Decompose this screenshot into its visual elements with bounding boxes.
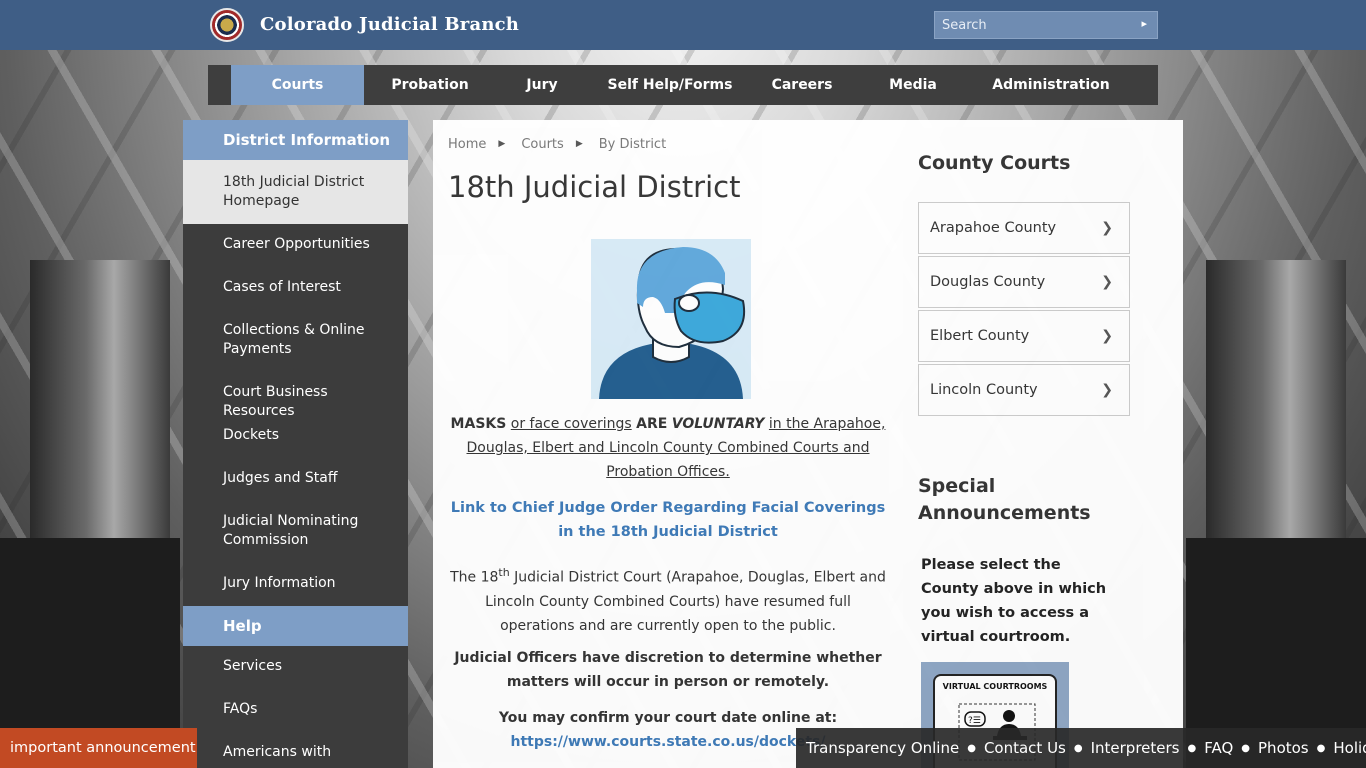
special-announcements-heading: Special Announcements [918, 475, 1091, 524]
judicial-officers-notice: Judicial Officers have discretion to det… [454, 650, 882, 690]
county-courts-heading: County Courts [918, 152, 1071, 174]
mask-notice-voluntary: VOLUNTARY [671, 416, 765, 432]
sidebar-item-judges-staff[interactable]: Judges and Staff [183, 458, 408, 501]
operations-notice: The 18th Judicial District Court (Arapah… [448, 561, 888, 638]
nav-careers[interactable]: Careers [752, 65, 852, 105]
important-announcement-button[interactable]: important announcement [0, 728, 197, 768]
sidebar-item-judicial-nominating-commission[interactable]: Judicial Nominating Commission [183, 501, 408, 563]
breadcrumb-separator-icon: ▶ [575, 139, 583, 149]
footer-link-faq[interactable]: FAQ [1204, 739, 1233, 757]
right-column: County Courts Arapahoe County ❯ Douglas … [903, 120, 1183, 768]
mask-notice: MASKS or face coverings ARE VOLUNTARY in… [448, 412, 888, 484]
breadcrumb: Home ▶ Courts ▶ By District [448, 137, 678, 152]
nav-media[interactable]: Media [852, 65, 974, 105]
sidebar-item-jury-information[interactable]: Jury Information [183, 563, 408, 606]
footer-separator: ● [1187, 742, 1197, 754]
breadcrumb-home[interactable]: Home [448, 137, 486, 152]
chief-judge-order-link[interactable]: Link to Chief Judge Order Regarding Faci… [448, 496, 888, 544]
site-brand[interactable]: Colorado Judicial Branch [260, 14, 519, 35]
nav-courts[interactable]: Courts [231, 65, 364, 105]
county-link-arapahoe[interactable]: Arapahoe County ❯ [918, 202, 1130, 254]
county-list: Arapahoe County ❯ Douglas County ❯ Elber… [918, 202, 1130, 418]
breadcrumb-by-district[interactable]: By District [599, 137, 666, 152]
face-mask-illustration-icon [591, 239, 751, 399]
search-box: ▸ [934, 11, 1158, 39]
nav-jury[interactable]: Jury [496, 65, 588, 105]
chevron-right-icon: ❯ [1101, 328, 1113, 344]
footer-separator: ● [1316, 742, 1326, 754]
footer-link-contact-us[interactable]: Contact Us [984, 739, 1066, 757]
county-link-lincoln[interactable]: Lincoln County ❯ [918, 364, 1130, 416]
sidebar-item-services[interactable]: Services [183, 646, 408, 689]
footer-links: Transparency Online ● Contact Us ● Inter… [796, 728, 1366, 768]
footer-link-interpreters[interactable]: Interpreters [1091, 739, 1180, 757]
chevron-right-icon: ❯ [1101, 220, 1113, 236]
sidebar-item-faqs[interactable]: FAQs [183, 689, 408, 732]
site-header: Colorado Judicial Branch ▸ [0, 0, 1366, 50]
sidebar-item-court-business-resources[interactable]: Court Business Resources [183, 372, 408, 419]
sidebar-heading-help: Help [183, 606, 408, 646]
page-title: 18th Judicial District [448, 170, 741, 204]
main-content: Home ▶ Courts ▶ By District 18th Judicia… [433, 120, 903, 768]
county-link-douglas[interactable]: Douglas County ❯ [918, 256, 1130, 308]
sidebar-heading-district-information: District Information [183, 120, 408, 160]
svg-text:?☰: ?☰ [968, 716, 981, 726]
left-sidebar: District Information 18th Judicial Distr… [183, 120, 408, 768]
main-nav: Courts Probation Jury Self Help/Forms Ca… [208, 65, 1158, 105]
sidebar-item-district-homepage[interactable]: 18th Judicial District Homepage [183, 160, 408, 224]
state-seal-logo-icon[interactable] [210, 8, 244, 42]
sidebar-item-dockets[interactable]: Dockets [183, 415, 408, 458]
dockets-link[interactable]: https://www.courts.state.co.us/dockets/ [510, 734, 825, 750]
mask-notice-are: ARE [636, 416, 668, 432]
footer-separator: ● [967, 742, 976, 754]
mask-notice-masks: MASKS [450, 416, 507, 432]
sidebar-item-career-opportunities[interactable]: Career Opportunities [183, 224, 408, 267]
breadcrumb-separator-icon: ▶ [498, 139, 506, 149]
breadcrumb-courts[interactable]: Courts [521, 137, 564, 152]
special-announcements-text: Please select the County above in which … [921, 557, 1107, 645]
footer-separator: ● [1073, 742, 1083, 754]
sidebar-item-americans-with-disabilities[interactable]: Americans with [183, 732, 408, 768]
confirm-court-date-text: You may confirm your court date online a… [498, 710, 838, 726]
sidebar-item-collections-payments[interactable]: Collections & Online Payments [183, 310, 408, 372]
search-input[interactable] [935, 12, 1125, 38]
footer-separator: ● [1241, 742, 1251, 754]
search-submit-icon[interactable]: ▸ [1141, 17, 1147, 30]
county-label: Lincoln County [930, 382, 1038, 398]
virtual-courtrooms-label: VIRTUAL COURTROOMS [942, 682, 1048, 691]
nav-self-help-forms[interactable]: Self Help/Forms [588, 65, 752, 105]
county-label: Arapahoe County [930, 220, 1057, 236]
county-label: Douglas County [930, 274, 1046, 290]
operations-notice-pre: The 18 [450, 569, 499, 586]
operations-notice-sup: th [498, 566, 510, 579]
operations-notice-post: Judicial District Court (Arapahoe, Dougl… [485, 569, 886, 634]
nav-probation[interactable]: Probation [364, 65, 496, 105]
mask-notice-face-coverings-link[interactable]: or face coverings [511, 416, 632, 432]
footer-link-transparency-online[interactable]: Transparency Online [806, 739, 959, 757]
chevron-right-icon: ❯ [1101, 382, 1113, 398]
footer-link-holidays[interactable]: Holidays [1333, 739, 1366, 757]
footer-link-photos[interactable]: Photos [1258, 739, 1309, 757]
county-link-elbert[interactable]: Elbert County ❯ [918, 310, 1130, 362]
chevron-right-icon: ❯ [1101, 274, 1113, 290]
county-label: Elbert County [930, 328, 1030, 344]
nav-administration[interactable]: Administration [974, 65, 1128, 105]
sidebar-item-cases-of-interest[interactable]: Cases of Interest [183, 267, 408, 310]
